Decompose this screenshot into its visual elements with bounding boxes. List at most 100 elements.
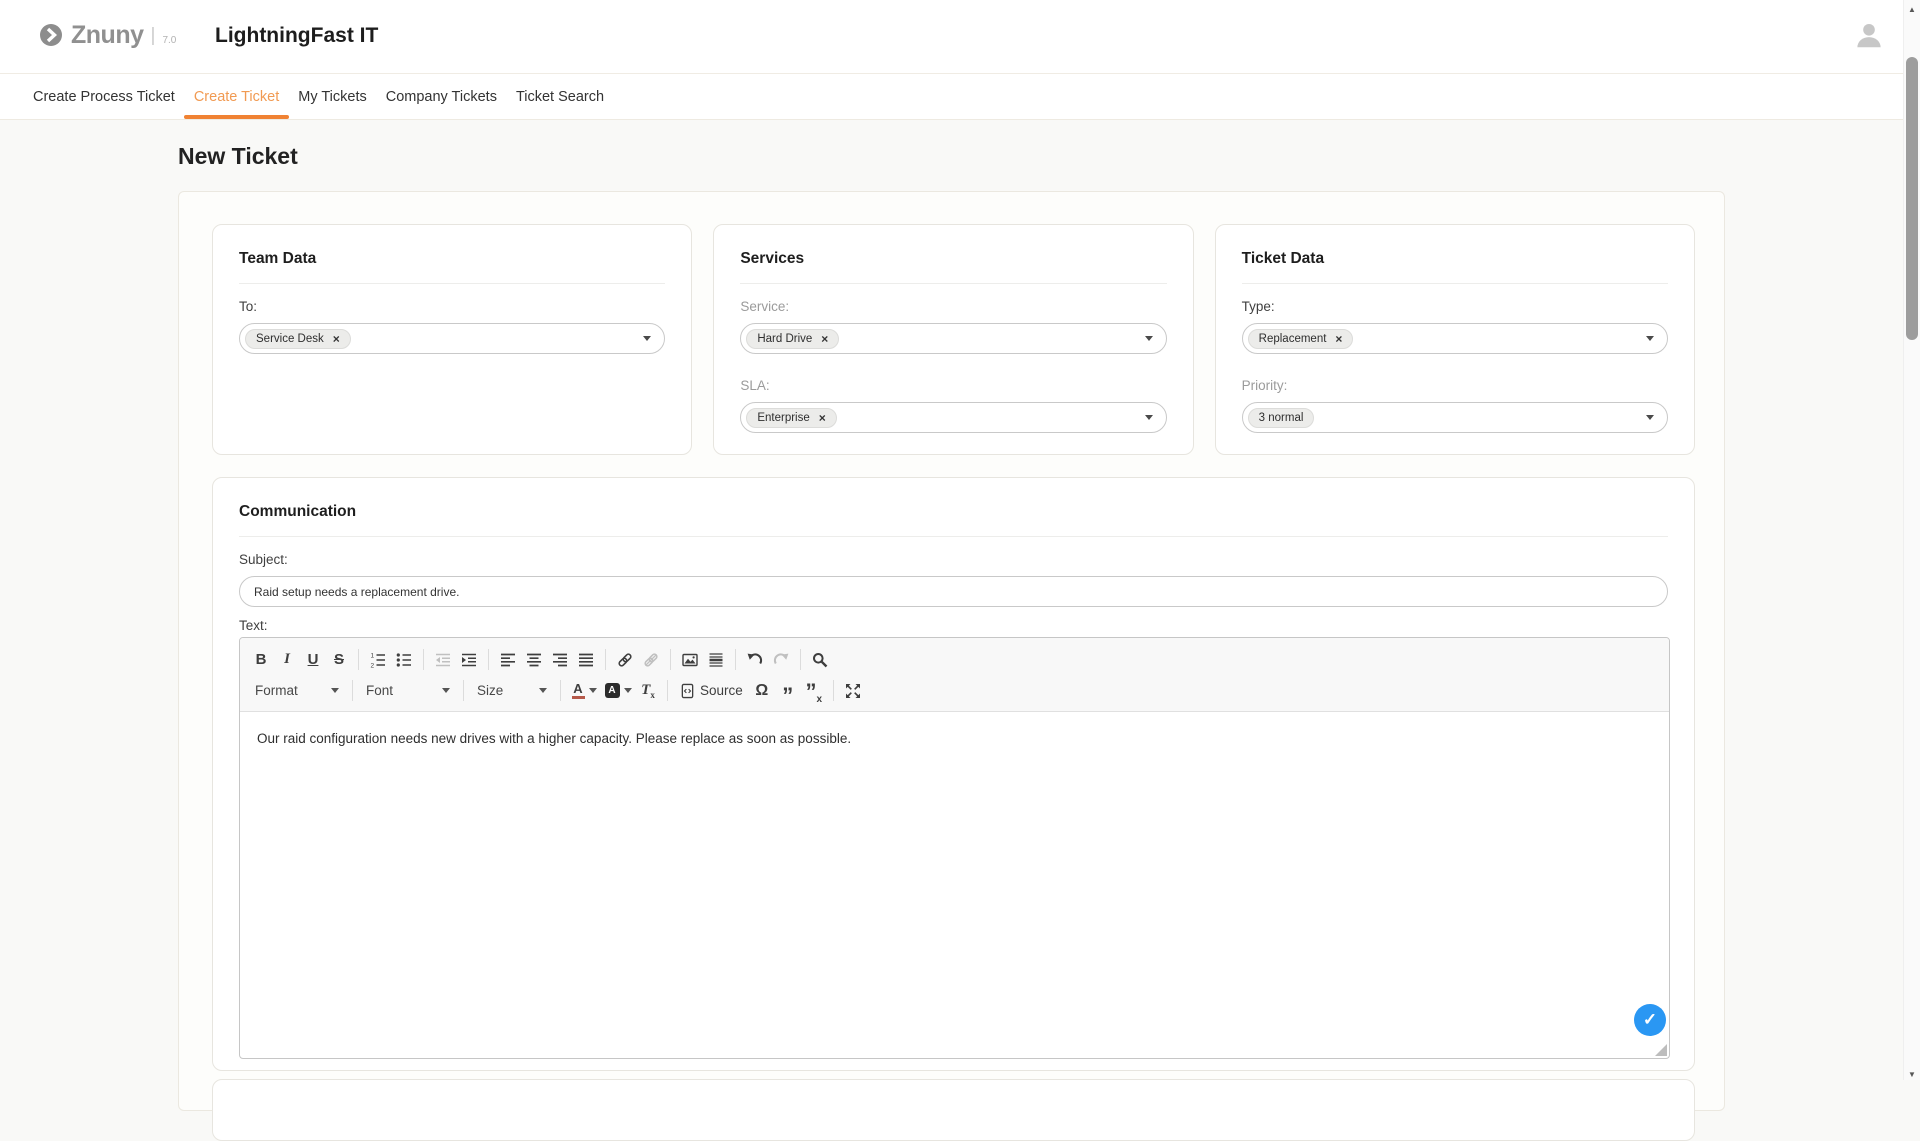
- scrollbar-thumb[interactable]: [1906, 57, 1918, 340]
- text-color-icon[interactable]: A: [567, 678, 601, 704]
- brand-name: Znuny: [71, 22, 144, 48]
- priority-label: Priority:: [1242, 378, 1668, 393]
- remove-tag-icon[interactable]: ×: [333, 333, 340, 345]
- sla-select[interactable]: Enterprise ×: [740, 402, 1166, 433]
- toolbar-separator: [667, 680, 668, 701]
- tab-create-ticket[interactable]: Create Ticket: [194, 74, 279, 119]
- horizontal-rule-icon[interactable]: [703, 647, 729, 673]
- source-document-icon: [680, 683, 695, 699]
- toolbar-separator: [605, 649, 606, 670]
- toolbar-row-1: B I U S 1 2: [248, 644, 1661, 675]
- tag-label: Enterprise: [757, 412, 809, 424]
- selected-tag: 3 normal: [1248, 408, 1315, 428]
- user-avatar-icon[interactable]: [1854, 20, 1884, 50]
- resize-handle-icon[interactable]: [1655, 1044, 1667, 1056]
- toolbar-separator: [358, 649, 359, 670]
- italic-icon[interactable]: I: [274, 647, 300, 673]
- card-title: Team Data: [239, 250, 665, 268]
- type-label: Type:: [1242, 299, 1668, 314]
- tag-label: Replacement: [1259, 333, 1327, 345]
- chevron-down-icon: [1646, 336, 1654, 341]
- check-icon: ✓: [1643, 1010, 1657, 1030]
- special-character-icon[interactable]: Ω: [749, 678, 775, 704]
- toolbar-separator: [423, 649, 424, 670]
- divider: [1242, 283, 1668, 284]
- editor-content-area[interactable]: Our raid configuration needs new drives …: [240, 712, 1669, 1058]
- tab-label: Create Process Ticket: [33, 89, 175, 105]
- tag-label: Service Desk: [256, 333, 324, 345]
- svg-text:2: 2: [371, 662, 375, 667]
- remove-tag-icon[interactable]: ×: [1335, 333, 1342, 345]
- app-header: Znuny | 7.0 LightningFast IT: [0, 0, 1920, 74]
- toolbar-separator: [735, 649, 736, 670]
- find-icon[interactable]: [807, 647, 833, 673]
- insert-quote-icon[interactable]: ”: [775, 678, 801, 704]
- tab-ticket-search[interactable]: Ticket Search: [516, 74, 604, 119]
- to-select[interactable]: Service Desk ×: [239, 323, 665, 354]
- vertical-scrollbar[interactable]: ▲ ▼: [1903, 0, 1920, 1080]
- link-icon[interactable]: [612, 647, 638, 673]
- scroll-up-icon[interactable]: ▲: [1904, 1, 1920, 17]
- brand-version: 7.0: [162, 33, 176, 48]
- size-dropdown[interactable]: Size: [470, 678, 554, 704]
- chevron-down-icon: [1145, 336, 1153, 341]
- tag-label: 3 normal: [1259, 412, 1304, 424]
- cards-row: Team Data To: Service Desk × Services Se…: [212, 224, 1695, 455]
- background-color-icon[interactable]: A: [601, 678, 635, 704]
- remove-tag-icon[interactable]: ×: [821, 333, 828, 345]
- image-icon[interactable]: [677, 647, 703, 673]
- card-title: Services: [740, 250, 1166, 268]
- znuny-logo-icon: [38, 22, 64, 48]
- type-select[interactable]: Replacement ×: [1242, 323, 1668, 354]
- align-left-icon[interactable]: [495, 647, 521, 673]
- source-button[interactable]: Source: [674, 678, 749, 704]
- bold-icon[interactable]: B: [248, 647, 274, 673]
- form-container: Team Data To: Service Desk × Services Se…: [178, 191, 1725, 1111]
- bulleted-list-icon[interactable]: [391, 647, 417, 673]
- service-select[interactable]: Hard Drive ×: [740, 323, 1166, 354]
- ticket-data-card: Ticket Data Type: Replacement × Priority…: [1215, 224, 1695, 455]
- underline-icon[interactable]: U: [300, 647, 326, 673]
- align-center-icon[interactable]: [521, 647, 547, 673]
- remove-tag-icon[interactable]: ×: [819, 412, 826, 424]
- toolbar-row-2: Format Font Size A: [248, 675, 1661, 706]
- divider: [239, 536, 1668, 537]
- confirm-check-button[interactable]: ✓: [1634, 1004, 1666, 1036]
- service-label: Service:: [740, 299, 1166, 314]
- remove-quote-icon[interactable]: ”x: [801, 678, 827, 704]
- tab-label: Company Tickets: [386, 89, 497, 105]
- active-tab-underline: [184, 115, 289, 119]
- chevron-down-icon: [331, 688, 339, 693]
- chevron-down-icon: [1646, 415, 1654, 420]
- strikethrough-icon[interactable]: S: [326, 647, 352, 673]
- text-label: Text:: [239, 618, 1668, 633]
- justify-icon[interactable]: [573, 647, 599, 673]
- tab-company-tickets[interactable]: Company Tickets: [386, 74, 497, 119]
- priority-select[interactable]: 3 normal: [1242, 402, 1668, 433]
- selected-tag: Enterprise ×: [746, 408, 836, 428]
- font-dropdown-label: Font: [366, 683, 393, 698]
- numbered-list-icon[interactable]: 1 2: [365, 647, 391, 673]
- font-dropdown[interactable]: Font: [359, 678, 457, 704]
- brand-logo[interactable]: Znuny | 7.0: [38, 22, 176, 48]
- remove-format-icon[interactable]: Tx: [635, 678, 661, 704]
- tab-label: My Tickets: [298, 89, 366, 105]
- toolbar-separator: [463, 680, 464, 701]
- divider: [239, 283, 665, 284]
- unlink-icon: [638, 647, 664, 673]
- format-dropdown[interactable]: Format: [248, 678, 346, 704]
- redo-icon: [768, 647, 794, 673]
- tab-label: Ticket Search: [516, 89, 604, 105]
- next-section-card: [212, 1079, 1695, 1141]
- editor-body-text: Our raid configuration needs new drives …: [257, 731, 851, 746]
- tab-my-tickets[interactable]: My Tickets: [298, 74, 366, 119]
- align-right-icon[interactable]: [547, 647, 573, 673]
- subject-input[interactable]: [239, 576, 1668, 607]
- indent-icon[interactable]: [456, 647, 482, 673]
- primary-nav: Create Process Ticket Create Ticket My T…: [0, 74, 1920, 120]
- undo-icon[interactable]: [742, 647, 768, 673]
- tab-create-process-ticket[interactable]: Create Process Ticket: [33, 74, 175, 119]
- maximize-icon[interactable]: [840, 678, 866, 704]
- toolbar-separator: [670, 649, 671, 670]
- format-dropdown-label: Format: [255, 683, 298, 698]
